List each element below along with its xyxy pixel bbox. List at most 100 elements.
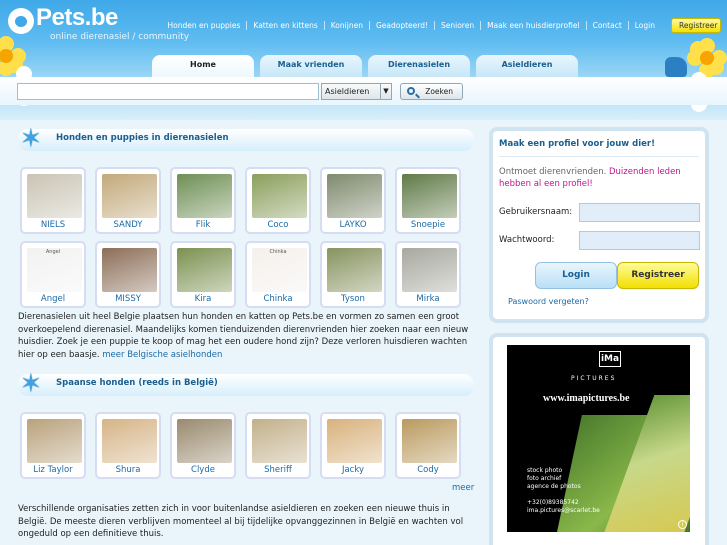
animal-name[interactable]: Tyson xyxy=(322,294,384,304)
animal-card[interactable]: Sheriff xyxy=(245,412,311,479)
animal-grid-spanish: Liz Taylor Shura Clyde Sheriff Jacky Cody xyxy=(20,412,461,479)
animal-card[interactable]: Chinka Chinka xyxy=(245,241,311,308)
ad-contact-text: stock photo foto archief agence de photo… xyxy=(527,467,600,514)
animal-photo[interactable] xyxy=(27,419,82,463)
nav-link-profiel[interactable]: Maak een huisdierprofiel xyxy=(481,21,587,30)
animal-name[interactable]: MISSY xyxy=(97,294,159,304)
animal-photo[interactable] xyxy=(252,419,307,463)
animal-photo[interactable] xyxy=(402,419,457,463)
star-icon: ✶ xyxy=(20,369,42,399)
search-icon xyxy=(407,87,415,95)
section-header-spaanse: ✶ Spaanse honden (reeds in België) xyxy=(18,369,474,399)
animal-name[interactable]: Sheriff xyxy=(247,465,309,475)
nav-link-honden[interactable]: Honden en puppies xyxy=(162,21,248,30)
animal-photo[interactable] xyxy=(402,174,457,218)
animal-name[interactable]: Clyde xyxy=(172,465,234,475)
animal-card[interactable]: Clyde xyxy=(170,412,236,479)
animal-photo[interactable] xyxy=(177,419,232,463)
animal-name[interactable]: SANDY xyxy=(97,220,159,230)
more-belgian-dogs-link[interactable]: meer Belgische asielhonden xyxy=(102,350,222,360)
search-button[interactable]: Zoeken xyxy=(400,83,463,100)
animal-card[interactable]: Tyson xyxy=(320,241,386,308)
animal-card[interactable]: LAYKO xyxy=(320,167,386,234)
animal-name[interactable]: Flik xyxy=(172,220,234,230)
animal-name[interactable]: Mirka xyxy=(397,294,459,304)
password-field[interactable] xyxy=(579,231,700,250)
top-navigation: Honden en puppies Katten en kittens Koni… xyxy=(162,18,721,33)
tab-home[interactable]: Home xyxy=(152,55,254,77)
animal-name[interactable]: Liz Taylor xyxy=(22,465,84,475)
register-button-top[interactable]: Registreer xyxy=(671,18,721,33)
animal-card[interactable]: Jacky xyxy=(320,412,386,479)
tab-asieldieren[interactable]: Asieldieren xyxy=(476,55,578,77)
animal-card[interactable]: Coco xyxy=(245,167,311,234)
animal-card[interactable]: SANDY xyxy=(95,167,161,234)
animal-card[interactable]: Flik xyxy=(170,167,236,234)
register-button[interactable]: Registreer xyxy=(617,262,699,289)
animal-name[interactable]: Angel xyxy=(22,294,84,304)
advertisement-panel: iMa PICTURES www.imapictures.be stock ph… xyxy=(489,333,709,545)
nav-link-geadopteerd[interactable]: Geadopteerd! xyxy=(370,21,435,30)
login-intro: Ontmoet dierenvrienden. Duizenden leden … xyxy=(499,166,699,190)
nav-link-senioren[interactable]: Senioren xyxy=(435,21,482,30)
animal-photo[interactable] xyxy=(327,174,382,218)
animal-name[interactable]: Shura xyxy=(97,465,159,475)
animal-name[interactable]: Snoepie xyxy=(397,220,459,230)
forgot-password-link[interactable]: Paswoord vergeten? xyxy=(508,297,589,306)
animal-card[interactable]: Snoepie xyxy=(395,167,461,234)
nav-link-konijnen[interactable]: Konijnen xyxy=(325,21,370,30)
animal-photo[interactable] xyxy=(177,174,232,218)
animal-card[interactable]: Liz Taylor xyxy=(20,412,86,479)
animal-card[interactable]: Cody xyxy=(395,412,461,479)
login-panel: Maak een profiel voor jouw dier! Ontmoet… xyxy=(489,127,709,323)
more-spanish-dogs-link[interactable]: meer xyxy=(452,483,474,493)
login-title: Maak een profiel voor jouw dier! xyxy=(499,139,655,149)
animal-name[interactable]: NIELS xyxy=(22,220,84,230)
site-header: Pets.be online dierenasiel / community H… xyxy=(0,0,727,120)
photo-caption: Chinka xyxy=(269,249,287,255)
animal-card[interactable]: Angel Angel xyxy=(20,241,86,308)
animal-photo[interactable] xyxy=(27,174,82,218)
animal-name[interactable]: Cody xyxy=(397,465,459,475)
search-button-label: Zoeken xyxy=(425,87,453,96)
login-button[interactable]: Login xyxy=(535,262,617,289)
paragraph-text: Dierenasielen uit heel Belgie plaatsen h… xyxy=(18,312,469,360)
photo-caption: Angel xyxy=(45,249,61,255)
nav-link-login[interactable]: Login xyxy=(629,21,661,30)
animal-card[interactable]: MISSY xyxy=(95,241,161,308)
logo-title: Pets.be xyxy=(36,4,118,31)
category-select-value: Asieldieren xyxy=(325,87,370,96)
animal-photo[interactable] xyxy=(102,248,157,292)
animal-photo[interactable] xyxy=(102,419,157,463)
animal-name[interactable]: Jacky xyxy=(322,465,384,475)
divider xyxy=(499,156,699,157)
animal-photo[interactable] xyxy=(327,419,382,463)
animal-card[interactable]: NIELS xyxy=(20,167,86,234)
animal-name[interactable]: Kira xyxy=(172,294,234,304)
animal-card[interactable]: Mirka xyxy=(395,241,461,308)
animal-grid-belgian: NIELS SANDY Flik Coco LAYKO Snoepie Angel Angel… xyxy=(20,167,461,308)
info-icon[interactable]: i xyxy=(678,520,687,529)
animal-photo[interactable] xyxy=(102,174,157,218)
section-header-honden: ✶ Honden en puppies in dierenasielen xyxy=(18,126,474,152)
chevron-down-icon[interactable]: ▼ xyxy=(380,84,391,99)
animal-name[interactable]: LAYKO xyxy=(322,220,384,230)
animal-card[interactable]: Shura xyxy=(95,412,161,479)
category-select[interactable]: Asieldieren ▼ xyxy=(321,83,392,100)
animal-photo[interactable] xyxy=(177,248,232,292)
advertisement-banner[interactable]: iMa PICTURES www.imapictures.be stock ph… xyxy=(507,345,690,532)
animal-photo[interactable] xyxy=(327,248,382,292)
nav-link-contact[interactable]: Contact xyxy=(587,21,629,30)
tab-maak-vrienden[interactable]: Maak vrienden xyxy=(260,55,362,77)
animal-photo[interactable] xyxy=(252,174,307,218)
animal-photo[interactable] xyxy=(402,248,457,292)
search-input[interactable] xyxy=(17,83,319,100)
nav-link-katten[interactable]: Katten en kittens xyxy=(247,21,325,30)
username-field[interactable] xyxy=(579,203,700,222)
ad-logo: iMa xyxy=(599,351,621,367)
animal-name[interactable]: Coco xyxy=(247,220,309,230)
animal-card[interactable]: Kira xyxy=(170,241,236,308)
animal-name[interactable]: Chinka xyxy=(247,294,309,304)
password-label: Wachtwoord: xyxy=(499,235,555,245)
tab-dierenasielen[interactable]: Dierenasielen xyxy=(368,55,470,77)
